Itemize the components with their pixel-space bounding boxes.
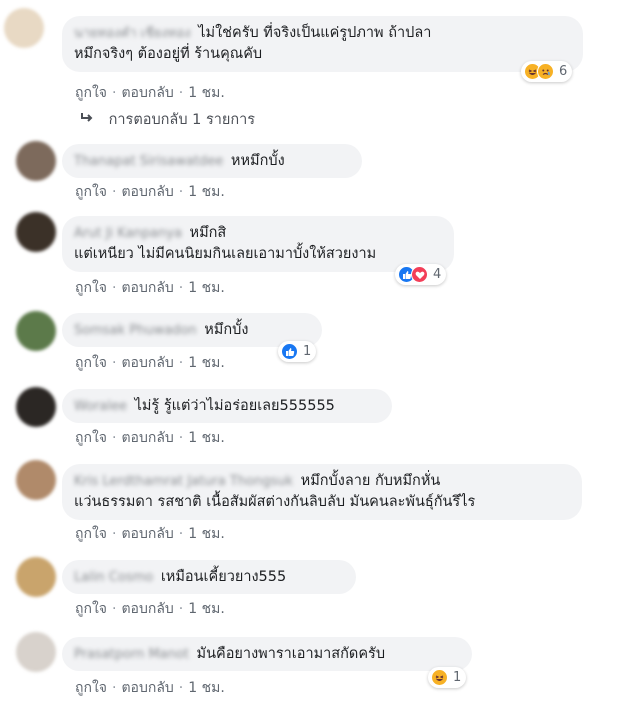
reply-link[interactable]: ตอบกลับ	[121, 601, 173, 617]
comment-text: หมึกบั้งลาย กับหมึกหั่น	[300, 473, 441, 489]
comment-actions: ถูกใจ · ตอบกลับ · 1 ชม.	[75, 82, 225, 104]
comment-bubble: Woralee ไม่รู้ รู้แต่ว่าไม่อร่อยเลย55555…	[62, 389, 392, 423]
timestamp-link[interactable]: 1 ชม.	[188, 280, 225, 296]
separator-dot: ·	[178, 280, 184, 296]
reaction-count: 4	[433, 267, 442, 282]
separator-dot: ·	[112, 526, 117, 542]
commenter-avatar[interactable]	[16, 460, 56, 500]
comment-author-name[interactable]: นายทองคำ เชียงทอง	[74, 23, 191, 44]
like-link[interactable]: ถูกใจ	[75, 280, 107, 296]
like-link[interactable]: ถูกใจ	[75, 680, 107, 696]
separator-dot: ·	[178, 430, 184, 446]
commenter-avatar[interactable]	[16, 632, 56, 672]
reaction-count: 6	[559, 64, 568, 79]
comment-text: แว่นธรรมดา รสชาติ เนื้อสัมผัสต่างกันลิบล…	[74, 494, 476, 510]
commenter-avatar[interactable]	[16, 557, 56, 597]
commenter-avatar[interactable]	[16, 141, 56, 181]
comment-author-name[interactable]: Thanapat Sirisawatdee	[74, 151, 223, 172]
comment-bubble: Prasatporn Manot มันคือยางพาราเอามาสกัดค…	[62, 637, 472, 671]
timestamp-link[interactable]: 1 ชม.	[188, 601, 225, 617]
timestamp-link[interactable]: 1 ชม.	[188, 184, 225, 200]
view-replies-label[interactable]: การตอบกลับ 1 รายการ	[109, 112, 256, 128]
reaction-summary[interactable]: 6	[521, 61, 573, 82]
timestamp-link[interactable]: 1 ชม.	[188, 430, 225, 446]
reaction-count: 1	[303, 344, 312, 359]
comment-actions: ถูกใจ · ตอบกลับ · 1 ชม.	[75, 677, 225, 699]
commenter-avatar[interactable]	[4, 8, 44, 48]
like-reaction-icon	[281, 343, 298, 360]
reply-link[interactable]: ตอบกลับ	[121, 526, 173, 542]
comment-author-name[interactable]: Somsak Phuwadon	[74, 320, 197, 341]
reply-link[interactable]: ตอบกลับ	[121, 184, 173, 200]
haha-reaction-icon	[431, 669, 448, 686]
separator-dot: ·	[178, 85, 184, 101]
comment-bubble: Lalin Cosmo เหมือนเคี้ยวยาง555	[62, 560, 356, 594]
reply-arrow-icon	[80, 112, 94, 128]
comment-actions: ถูกใจ · ตอบกลับ · 1 ชม.	[75, 598, 225, 620]
like-link[interactable]: ถูกใจ	[75, 430, 107, 446]
separator-dot: ·	[178, 355, 184, 371]
commenter-avatar[interactable]	[16, 212, 56, 252]
comment-author-name[interactable]: Lalin Cosmo	[74, 567, 153, 588]
like-link[interactable]: ถูกใจ	[75, 526, 107, 542]
like-link[interactable]: ถูกใจ	[75, 184, 107, 200]
separator-dot: ·	[178, 601, 184, 617]
comment-bubble: นายทองคำ เชียงทอง ไม่ใช่ครับ ที่จริงเป็น…	[62, 16, 583, 72]
comment-bubble: Arut Ji Kanpanya หมึกสิ แต่เหนียว ไม่มีค…	[62, 216, 454, 272]
separator-dot: ·	[112, 430, 117, 446]
timestamp-link[interactable]: 1 ชม.	[188, 355, 225, 371]
comment-text: มันคือยางพาราเอามาสกัดครับ	[196, 646, 386, 662]
comment-author-name[interactable]: Kris Lerdthamrat Jatura Thongsuk	[74, 471, 293, 492]
separator-dot: ·	[178, 526, 184, 542]
comment-actions: ถูกใจ · ตอบกลับ · 1 ชม.	[75, 352, 225, 374]
reaction-count: 1	[453, 670, 462, 685]
view-replies-link[interactable]: การตอบกลับ 1 รายการ	[80, 108, 255, 131]
separator-dot: ·	[112, 184, 117, 200]
separator-dot: ·	[112, 85, 117, 101]
comment-text: หมึกบั้ง	[204, 322, 249, 338]
comment-text: เหมือนเคี้ยวยาง555	[160, 569, 287, 585]
like-link[interactable]: ถูกใจ	[75, 355, 107, 371]
comment-text: ไม่รู้ รู้แต่ว่าไม่อร่อยเลย555555	[134, 398, 335, 414]
commenter-avatar[interactable]	[16, 311, 56, 351]
reply-link[interactable]: ตอบกลับ	[121, 280, 173, 296]
reaction-summary[interactable]: 1	[428, 667, 467, 688]
separator-dot: ·	[112, 355, 117, 371]
comment-author-name[interactable]: Prasatporn Manot	[74, 644, 189, 665]
separator-dot: ·	[112, 601, 117, 617]
sad-reaction-icon	[537, 63, 554, 80]
reply-link[interactable]: ตอบกลับ	[121, 430, 173, 446]
comment-text: หหมึกบั้ง	[230, 153, 285, 169]
commenter-avatar[interactable]	[16, 387, 56, 427]
separator-dot: ·	[112, 680, 117, 696]
timestamp-link[interactable]: 1 ชม.	[188, 680, 225, 696]
reply-link[interactable]: ตอบกลับ	[121, 355, 173, 371]
separator-dot: ·	[112, 280, 117, 296]
reply-link[interactable]: ตอบกลับ	[121, 680, 173, 696]
reaction-summary[interactable]: 1	[278, 341, 317, 362]
timestamp-link[interactable]: 1 ชม.	[188, 85, 225, 101]
comment-author-name[interactable]: Woralee	[74, 396, 127, 417]
reply-link[interactable]: ตอบกลับ	[121, 85, 173, 101]
comment-actions: ถูกใจ · ตอบกลับ · 1 ชม.	[75, 523, 225, 545]
comment-text: ไม่ใช่ครับ ที่จริงเป็นแค่รูปภาพ ถ้าปลา	[198, 25, 432, 41]
comment-actions: ถูกใจ · ตอบกลับ · 1 ชม.	[75, 427, 225, 449]
comment-text: หมึกจริงๆ ต้องอยู่ที่ ร้านคุณคับ	[74, 46, 263, 62]
comment-text: แต่เหนียว ไม่มีคนนิยมกินเลยเอามาบั้งให้ส…	[74, 246, 377, 262]
separator-dot: ·	[178, 680, 184, 696]
comment-text: หมึกสิ	[189, 225, 227, 241]
reaction-summary[interactable]: 4	[395, 264, 447, 285]
comment-bubble: Kris Lerdthamrat Jatura Thongsuk หมึกบั้…	[62, 464, 582, 520]
comment-actions: ถูกใจ · ตอบกลับ · 1 ชม.	[75, 181, 225, 203]
like-link[interactable]: ถูกใจ	[75, 85, 107, 101]
separator-dot: ·	[178, 184, 184, 200]
love-reaction-icon	[411, 266, 428, 283]
comment-author-name[interactable]: Arut Ji Kanpanya	[74, 223, 182, 244]
comment-bubble: Thanapat Sirisawatdee หหมึกบั้ง	[62, 144, 362, 178]
like-link[interactable]: ถูกใจ	[75, 601, 107, 617]
comment-actions: ถูกใจ · ตอบกลับ · 1 ชม.	[75, 277, 225, 299]
timestamp-link[interactable]: 1 ชม.	[188, 526, 225, 542]
